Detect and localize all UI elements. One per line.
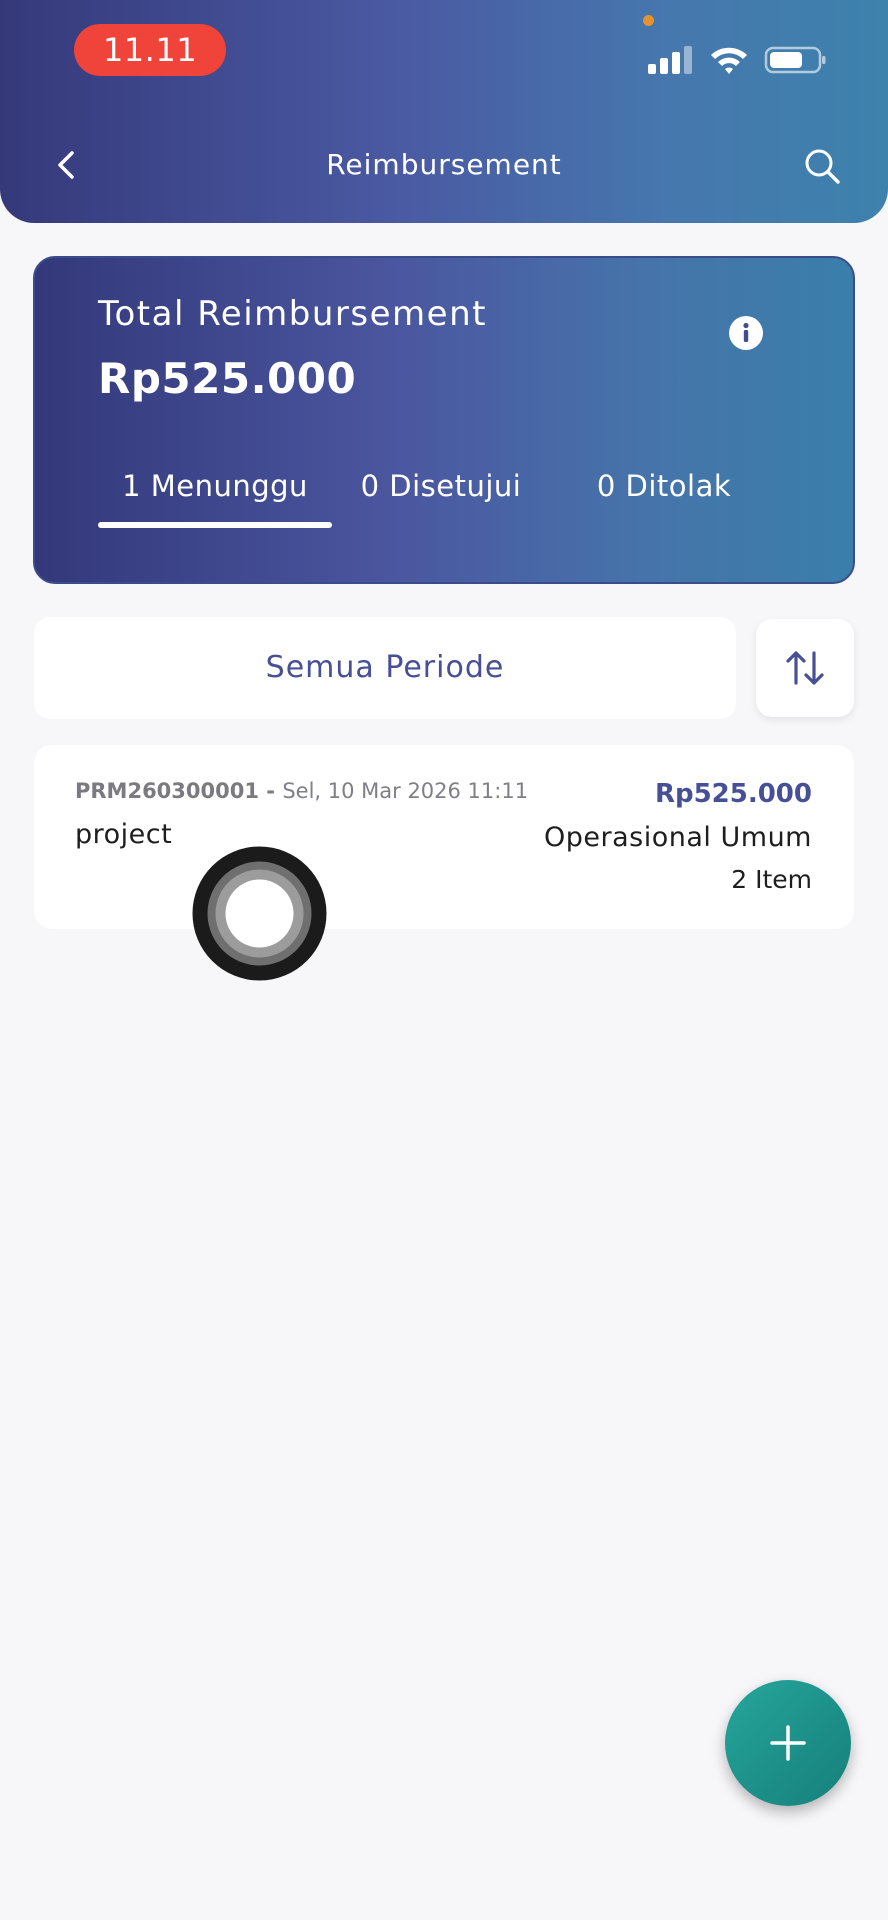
signal-icon [648,46,692,74]
tab-disetujui[interactable]: 0 Disetujui [332,454,550,518]
page-title: Reimbursement [326,148,562,181]
touch-indicator [192,846,327,981]
item-separator: - [258,779,283,803]
tab-menunggu[interactable]: 1 Menunggu [98,454,332,518]
summary-card: Total Reimbursement Rp525.000 1 Menunggu… [33,256,855,584]
status-icons [648,40,828,80]
item-date: Sel, 10 Mar 2026 11:11 [282,779,529,803]
tab-ditolak[interactable]: 0 Ditolak [550,454,778,518]
item-name: project [75,819,173,850]
tab-active-indicator [98,522,332,528]
app-header: 11.11 Reimbursement [0,0,888,223]
sort-button[interactable] [756,619,854,717]
search-icon[interactable] [800,144,844,188]
info-icon[interactable] [728,315,764,351]
chevron-left-icon[interactable] [46,145,86,185]
add-reimbursement-button[interactable] [725,1680,851,1806]
item-code-date: PRM260300001 - Sel, 10 Mar 2026 11:11 [75,779,528,803]
summary-label: Total Reimbursement [98,294,487,334]
wifi-icon [711,47,747,74]
item-count: 2 Item [731,865,812,894]
plus-icon [770,1725,806,1761]
item-amount: Rp525.000 [654,779,812,809]
status-time: 11.11 [74,24,226,76]
battery-icon [764,46,826,74]
sort-arrows-icon [786,651,824,685]
mic-indicator-dot [643,15,654,26]
period-filter-button[interactable]: Semua Periode [34,617,736,719]
reimbursement-list-item[interactable]: PRM260300001 - Sel, 10 Mar 2026 11:11 pr… [34,745,854,929]
item-code: PRM260300001 [75,779,259,803]
screen: 11.11 Reimbursement Total Reimbursement … [0,0,888,1920]
item-category: Operasional Umum [544,822,812,853]
summary-amount: Rp525.000 [98,354,357,403]
status-tabs: 1 Menunggu 0 Disetujui 0 Ditolak [98,454,818,530]
